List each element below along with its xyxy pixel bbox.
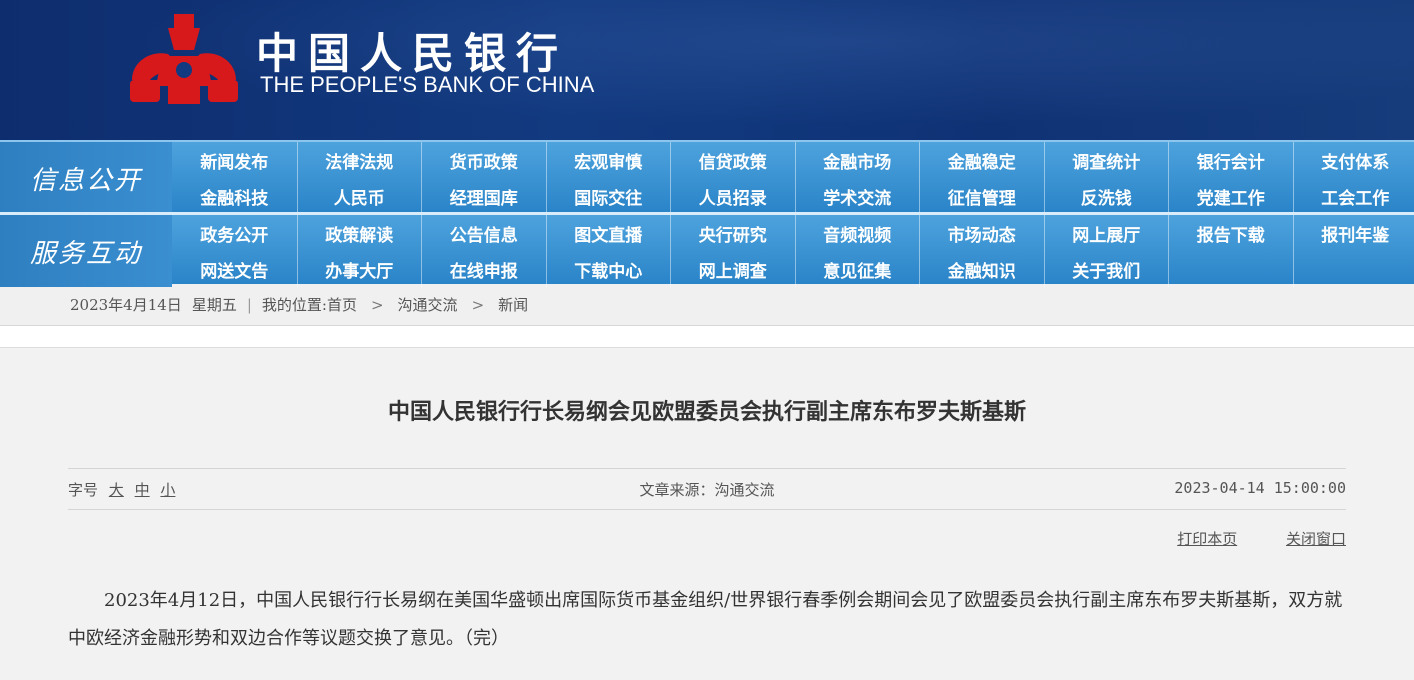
nav-item-international[interactable]: 国际交往 [545, 178, 671, 214]
nav-empty-cell [1168, 251, 1293, 287]
nav-item-recruitment[interactable]: 人员招录 [670, 178, 795, 214]
nav-item-yearbook[interactable]: 报刊年鉴 [1292, 215, 1414, 251]
nav-item-research[interactable]: 央行研究 [670, 215, 795, 251]
location-label: 我的位置: [261, 296, 327, 314]
breadcrumb-level2-link[interactable]: 新闻 [498, 294, 528, 315]
nav-item-online-filing[interactable]: 在线申报 [421, 251, 546, 287]
nav-item-fintech[interactable]: 金融科技 [172, 178, 297, 214]
breadcrumb-home-link[interactable]: 首页 [327, 294, 357, 315]
nav-item-credit-policy[interactable]: 信贷政策 [670, 142, 795, 178]
nav-item-credit-reference[interactable]: 征信管理 [919, 178, 1044, 214]
nav-item-monetary-policy[interactable]: 货币政策 [421, 142, 546, 178]
nav-item-news-release[interactable]: 新闻发布 [172, 142, 297, 178]
nav-item-rmb[interactable]: 人民币 [296, 178, 422, 214]
nav-item-online-survey[interactable]: 网上调查 [670, 251, 795, 287]
nav-item-service-hall[interactable]: 办事大厅 [296, 251, 422, 287]
nav-item-financial-market[interactable]: 金融市场 [794, 142, 920, 178]
close-window-link[interactable]: 关闭窗口 [1286, 530, 1346, 548]
nav-item-party-building[interactable]: 党建工作 [1168, 178, 1293, 214]
nav-item-financial-knowledge[interactable]: 金融知识 [919, 251, 1044, 287]
nav-item-download-center[interactable]: 下载中心 [545, 251, 671, 287]
nav-item-academic[interactable]: 学术交流 [794, 178, 920, 214]
nav-item-policy-interpretation[interactable]: 政策解读 [296, 215, 422, 251]
nav-empty-cell [1292, 251, 1414, 287]
logo-english-text: THE PEOPLE'S BANK OF CHINA [260, 72, 595, 97]
nav-item-report-download[interactable]: 报告下载 [1168, 215, 1293, 251]
content-divider [0, 326, 1414, 348]
current-weekday: 星期五 [191, 296, 237, 314]
breadcrumb-divider: | [246, 295, 252, 314]
article-body: 2023年4月12日，中国人民银行行长易纲在美国华盛顿出席国际货币基金组织/世界… [68, 590, 1343, 649]
site-header: 中国人民银行 THE PEOPLE'S BANK OF CHINA [0, 0, 1414, 140]
current-date: 2023年4月14日 [70, 296, 182, 314]
article-source: 文章来源：沟通交流 [639, 481, 775, 499]
nav-item-live[interactable]: 图文直播 [545, 215, 671, 251]
breadcrumb-arrow-icon: > [370, 295, 384, 314]
nav-service-title: 服务互动 [0, 215, 172, 287]
article-date: 2023-04-14 15:00:00 [1174, 479, 1346, 497]
nav-item-market-news[interactable]: 市场动态 [919, 215, 1044, 251]
nav-item-gov-affairs[interactable]: 政务公开 [172, 215, 297, 251]
nav-item-laws[interactable]: 法律法规 [296, 142, 422, 178]
nav-item-announcements[interactable]: 公告信息 [421, 215, 546, 251]
nav-item-bank-accounting[interactable]: 银行会计 [1168, 142, 1293, 178]
nav-item-macro-prudential[interactable]: 宏观审慎 [545, 142, 671, 178]
nav-item-union[interactable]: 工会工作 [1292, 178, 1414, 214]
nav-info-block: 信息公开 新闻发布 法律法规 货币政策 宏观审慎 信贷政策 金融市场 金融稳定 … [0, 140, 1414, 214]
article: 中国人民银行行长易纲会见欧盟委员会执行副主席东布罗夫斯基斯 字号 大 中 小 文… [0, 348, 1414, 658]
nav-item-online-notices[interactable]: 网送文告 [172, 251, 297, 287]
article-meta-bar: 字号 大 中 小 文章来源：沟通交流 2023-04-14 15:00:00 [68, 468, 1346, 510]
nav-item-media[interactable]: 音频视频 [794, 215, 920, 251]
nav-item-feedback[interactable]: 意见征集 [794, 251, 920, 287]
article-title: 中国人民银行行长易纲会见欧盟委员会执行副主席东布罗夫斯基斯 [387, 399, 1026, 425]
nav-info-grid: 新闻发布 法律法规 货币政策 宏观审慎 信贷政策 金融市场 金融稳定 调查统计 … [172, 142, 1414, 214]
print-page-link[interactable]: 打印本页 [1177, 530, 1237, 548]
nav-service-block: 服务互动 政务公开 政策解读 公告信息 图文直播 央行研究 音频视频 市场动态 … [0, 212, 1414, 287]
nav-item-treasury[interactable]: 经理国库 [421, 178, 546, 214]
nav-item-payment-system[interactable]: 支付体系 [1292, 142, 1414, 178]
nav-info-title: 信息公开 [0, 142, 172, 214]
nav-service-grid: 政务公开 政策解读 公告信息 图文直播 央行研究 音频视频 市场动态 网上展厅 … [172, 215, 1414, 287]
breadcrumb: 2023年4月14日 星期五 | 我的位置: 首页 > 沟通交流 > 新闻 [0, 284, 1414, 326]
article-tools: 打印本页 关闭窗口 [68, 510, 1346, 570]
nav-item-anti-money-laundering[interactable]: 反洗钱 [1043, 178, 1169, 214]
nav-item-online-exhibition[interactable]: 网上展厅 [1043, 215, 1169, 251]
nav-item-about-us[interactable]: 关于我们 [1043, 251, 1169, 287]
breadcrumb-arrow-icon: > [471, 295, 485, 314]
nav-item-statistics[interactable]: 调查统计 [1043, 142, 1169, 178]
nav-item-financial-stability[interactable]: 金融稳定 [919, 142, 1044, 178]
breadcrumb-level1-link[interactable]: 沟通交流 [398, 294, 458, 315]
pboc-emblem-icon [130, 14, 238, 104]
